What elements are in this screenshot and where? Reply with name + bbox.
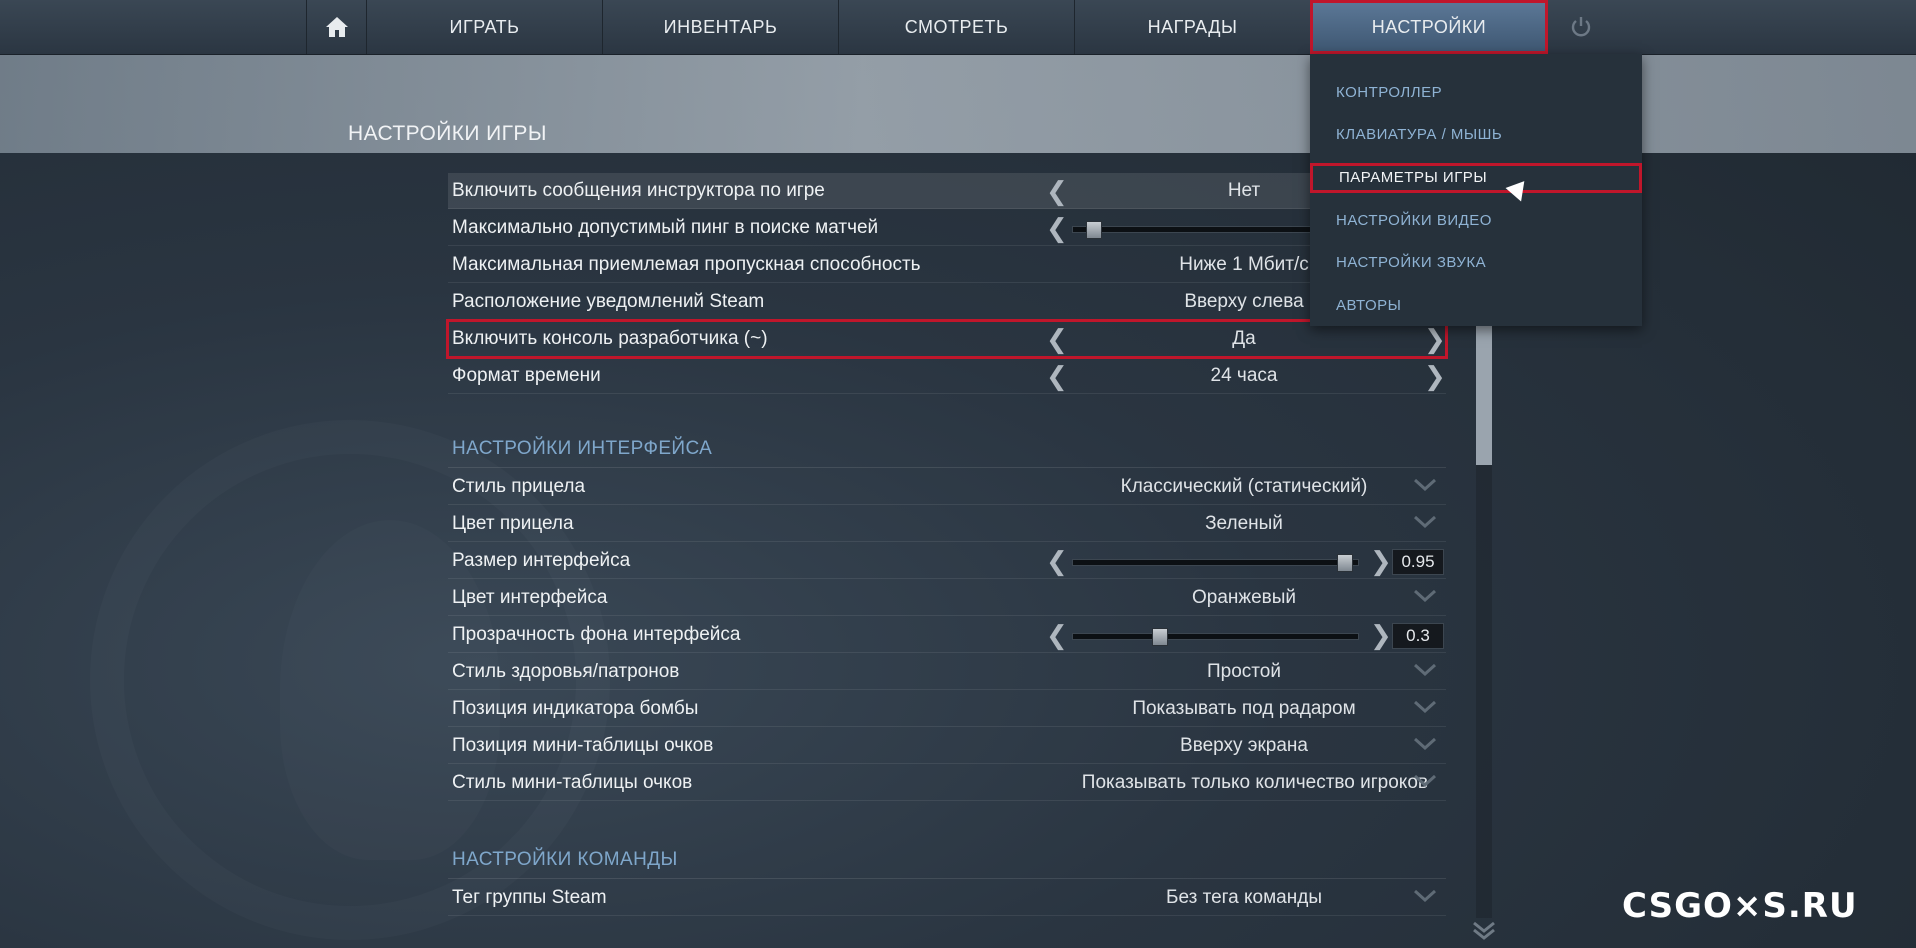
setting-value: Вверху экрана	[1180, 735, 1308, 756]
setting-value: Да	[1232, 328, 1256, 349]
menu-item-video[interactable]: НАСТРОЙКИ ВИДЕО	[1336, 208, 1492, 234]
chevron-down-icon[interactable]	[1414, 590, 1436, 602]
setting-value: Классический (статический)	[1120, 476, 1368, 497]
setting-row[interactable]: Максимальная приемлемая пропускная спосо…	[448, 247, 1446, 283]
arrow-right-icon[interactable]: ❯	[1424, 321, 1446, 357]
setting-value: Показывать под радаром	[1132, 698, 1356, 719]
slider-thumb[interactable]	[1086, 221, 1103, 239]
nav-inventory[interactable]: ИНВЕНТАРЬ	[602, 0, 838, 54]
setting-row[interactable]: Цвет прицела Зеленый	[448, 506, 1446, 542]
setting-label: Включить консоль разработчика (~)	[452, 328, 768, 349]
nav-home[interactable]	[306, 0, 366, 54]
setting-row[interactable]: Расположение уведомлений Steam Вверху сл…	[448, 284, 1446, 320]
scroll-down-icon[interactable]	[1472, 920, 1496, 940]
setting-label: Позиция индикатора бомбы	[452, 698, 699, 719]
setting-label: Тег группы Steam	[452, 887, 607, 908]
setting-value: Оранжевый	[1191, 587, 1297, 608]
chevron-down-icon[interactable]	[1414, 479, 1436, 491]
settings-dropdown-menu: КОНТРОЛЛЕР КЛАВИАТУРА / МЫШЬ ПАРАМЕТРЫ И…	[1310, 54, 1642, 326]
setting-label: Позиция мини-таблицы очков	[452, 735, 714, 756]
setting-label: Включить сообщения инструктора по игре	[452, 180, 825, 201]
setting-row[interactable]: Стиль мини-таблицы очков Показывать толь…	[448, 765, 1446, 801]
setting-row[interactable]: Включить сообщения инструктора по игре ❮…	[448, 173, 1446, 209]
setting-label: Стиль мини-таблицы очков	[452, 772, 693, 793]
setting-value: Простой	[1207, 661, 1281, 682]
section-divider	[448, 467, 1446, 468]
arrow-left-icon[interactable]: ❮	[1046, 543, 1068, 579]
arrow-right-icon[interactable]: ❯	[1370, 617, 1392, 653]
arrow-right-icon[interactable]: ❯	[1424, 358, 1446, 394]
setting-row[interactable]: Формат времени ❮ 24 часа ❯	[448, 358, 1446, 394]
hud-alpha-value[interactable]: 0.3	[1392, 623, 1444, 649]
hud-alpha-slider[interactable]	[1072, 628, 1359, 646]
chevron-down-icon[interactable]	[1414, 664, 1436, 676]
setting-label: Размер интерфейса	[452, 550, 631, 571]
arrow-left-icon[interactable]: ❮	[1046, 617, 1068, 653]
site-watermark-logo: CSGO×S.RU	[1622, 886, 1858, 926]
chevron-down-icon[interactable]	[1414, 738, 1436, 750]
setting-row[interactable]: Позиция мини-таблицы очков Вверху экрана	[448, 728, 1446, 764]
chevron-down-icon[interactable]	[1414, 516, 1436, 528]
setting-value: 24 часа	[1210, 365, 1278, 386]
nav-power[interactable]	[1548, 0, 1614, 54]
nav-play[interactable]: ИГРАТЬ	[366, 0, 602, 54]
setting-row[interactable]: Максимально допустимый пинг в поиске мат…	[448, 210, 1446, 246]
arrow-right-icon[interactable]: ❯	[1370, 543, 1392, 579]
setting-label: Максимальная приемлемая пропускная спосо…	[452, 254, 921, 275]
nav-awards[interactable]: НАГРАДЫ	[1074, 0, 1310, 54]
menu-item-game-settings[interactable]: ПАРАМЕТРЫ ИГРЫ	[1310, 163, 1642, 193]
setting-label: Расположение уведомлений Steam	[452, 291, 765, 312]
setting-label: Стиль прицела	[452, 476, 586, 497]
setting-row[interactable]: Стиль прицела Классический (статический)	[448, 469, 1446, 505]
page-title: НАСТРОЙКИ ИГРЫ	[348, 122, 547, 145]
menu-item-controller[interactable]: КОНТРОЛЛЕР	[1336, 80, 1442, 106]
home-icon	[325, 17, 348, 37]
setting-value: Показывать только количество игроков	[1081, 772, 1428, 793]
slider-thumb[interactable]	[1151, 628, 1168, 646]
chevron-down-icon[interactable]	[1414, 775, 1436, 787]
setting-label: Максимально допустимый пинг в поиске мат…	[452, 217, 879, 238]
section-divider	[448, 878, 1446, 879]
setting-row[interactable]: Тег группы Steam Без тега команды	[448, 880, 1446, 916]
hud-scale-value[interactable]: 0.95	[1392, 549, 1444, 575]
menu-item-keyboard-mouse[interactable]: КЛАВИАТУРА / МЫШЬ	[1336, 122, 1502, 148]
power-icon	[1571, 17, 1591, 37]
slider-thumb[interactable]	[1336, 554, 1353, 572]
menu-item-credits[interactable]: АВТОРЫ	[1336, 293, 1401, 319]
setting-label: Цвет прицела	[452, 513, 574, 534]
setting-label: Стиль здоровья/патронов	[452, 661, 680, 682]
setting-row-dev-console[interactable]: Включить консоль разработчика (~) ❮ Да ❯	[446, 319, 1448, 359]
setting-label: Прозрачность фона интерфейса	[452, 624, 741, 645]
nav-settings[interactable]: НАСТРОЙКИ	[1310, 0, 1548, 54]
setting-row[interactable]: Позиция индикатора бомбы Показывать под …	[448, 691, 1446, 727]
setting-row[interactable]: Размер интерфейса ❮ ❯ 0.95	[448, 543, 1446, 579]
hud-scale-slider[interactable]	[1072, 554, 1359, 572]
setting-value: Зеленый	[1205, 513, 1283, 534]
setting-value: Без тега команды	[1166, 887, 1322, 908]
setting-label: Формат времени	[452, 365, 601, 386]
menu-item-audio[interactable]: НАСТРОЙКИ ЗВУКА	[1336, 250, 1486, 276]
section-title-interface: НАСТРОЙКИ ИНТЕРФЕЙСА	[452, 438, 713, 459]
setting-row[interactable]: Прозрачность фона интерфейса ❮ ❯ 0.3	[448, 617, 1446, 653]
section-title-team: НАСТРОЙКИ КОМАНДЫ	[452, 849, 678, 870]
setting-row[interactable]: Стиль здоровья/патронов Простой	[448, 654, 1446, 690]
setting-label: Цвет интерфейса	[452, 587, 608, 608]
chevron-down-icon[interactable]	[1414, 890, 1436, 902]
setting-row[interactable]: Цвет интерфейса Оранжевый	[448, 580, 1446, 616]
chevron-down-icon[interactable]	[1414, 701, 1436, 713]
top-navigation: ИГРАТЬ ИНВЕНТАРЬ СМОТРЕТЬ НАГРАДЫ НАСТРО…	[0, 0, 1916, 55]
arrow-left-icon[interactable]: ❮	[1046, 210, 1068, 246]
nav-watch[interactable]: СМОТРЕТЬ	[838, 0, 1074, 54]
